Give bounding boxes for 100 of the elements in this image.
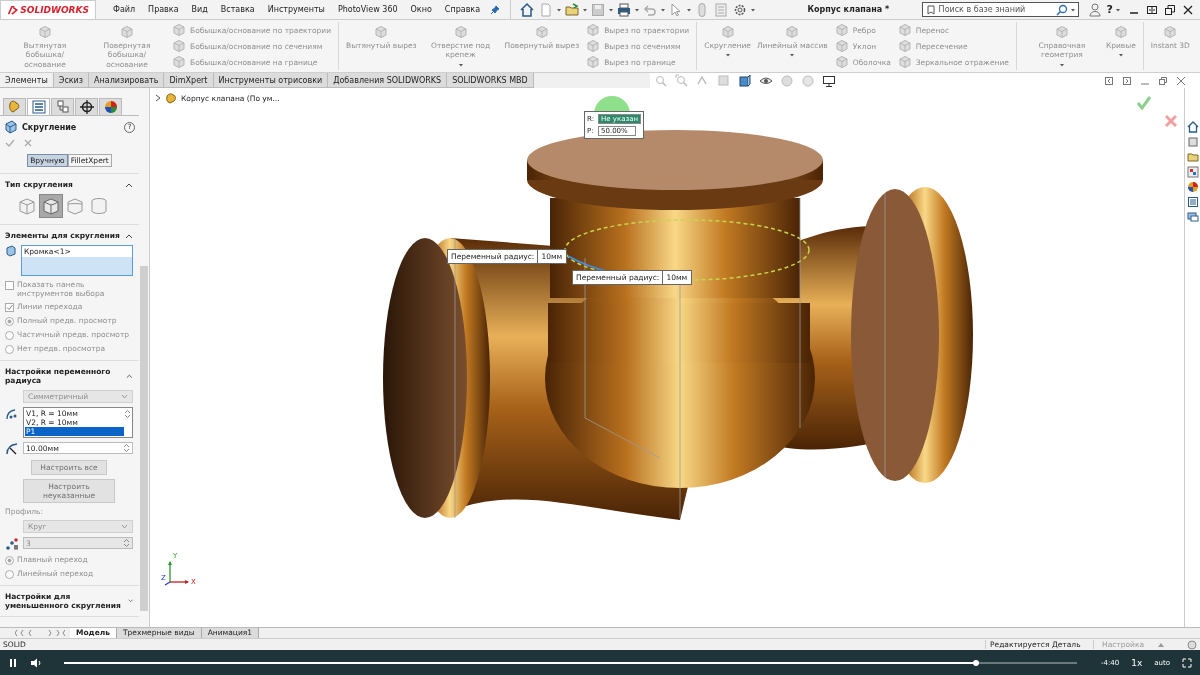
- edge-selection-icon: [5, 245, 17, 257]
- panel-tab[interactable]: [75, 98, 98, 115]
- menu-item[interactable]: Вид: [191, 5, 208, 14]
- panel-tab[interactable]: [99, 98, 122, 115]
- tab-navigation-icon[interactable]: [15, 629, 65, 637]
- configuration-icon: [54, 99, 71, 115]
- home-icon[interactable]: [519, 1, 536, 18]
- folder-icon[interactable]: [1186, 151, 1199, 163]
- menu-item[interactable]: Файл: [113, 5, 136, 14]
- volume-icon[interactable]: [30, 657, 42, 668]
- folder-icon[interactable]: [564, 1, 581, 18]
- command-tab[interactable]: DimXpert: [164, 73, 214, 87]
- cube-icon: [585, 23, 602, 37]
- pin-icon[interactable]: [490, 4, 501, 15]
- scrollbar[interactable]: [140, 266, 148, 611]
- caret-icon[interactable]: [687, 7, 692, 12]
- caret-icon[interactable]: [661, 7, 666, 12]
- panel-title: Скругление: [22, 122, 78, 132]
- profile-points-icon: [5, 537, 19, 551]
- tile-windows-icon[interactable]: [1146, 3, 1158, 16]
- fullscreen-icon[interactable]: [1182, 657, 1192, 668]
- caret-icon[interactable]: [1070, 7, 1075, 12]
- fillet-icon: [4, 120, 18, 134]
- search-icon[interactable]: [1055, 3, 1068, 16]
- command-tab[interactable]: Эскиз: [53, 73, 90, 87]
- caret-icon[interactable]: [751, 7, 756, 12]
- cancel-icon[interactable]: [23, 138, 33, 148]
- user-icon[interactable]: [1088, 2, 1101, 17]
- close-icon[interactable]: [1182, 3, 1194, 16]
- progress-handle[interactable]: [972, 659, 979, 666]
- pause-icon[interactable]: [8, 657, 18, 668]
- caret-icon[interactable]: [609, 7, 614, 12]
- cube-icon: [1053, 25, 1070, 39]
- fillet-type-icon: [88, 195, 110, 217]
- cube-icon: [585, 39, 602, 53]
- cube-icon: [171, 23, 187, 37]
- help-button[interactable]: ?: [1106, 3, 1113, 16]
- cube-icon: [171, 55, 187, 69]
- caret-icon: [790, 53, 795, 58]
- printer-icon[interactable]: [616, 1, 633, 18]
- cube-icon: [833, 55, 850, 69]
- caret-icon: [458, 62, 463, 67]
- cube-icon: [833, 23, 850, 37]
- command-tab[interactable]: SOLIDWORKS MBD: [447, 73, 534, 87]
- menu-item[interactable]: Справка: [444, 5, 481, 14]
- caret-icon[interactable]: [557, 7, 562, 12]
- playback-speed-button[interactable]: 1x: [1131, 657, 1143, 668]
- caret-icon: [1158, 642, 1165, 647]
- part-icon: [165, 92, 177, 104]
- home-icon[interactable]: [1186, 121, 1199, 133]
- fillet-type-button[interactable]: [39, 194, 63, 218]
- spin-arrows-icon[interactable]: [123, 443, 130, 453]
- variable-radius-icon: [5, 407, 19, 421]
- cube-icon: [452, 25, 469, 39]
- dropdown-caret-icon: [121, 394, 128, 399]
- palette-icon[interactable]: [1186, 166, 1199, 178]
- search-input[interactable]: Поиск в базе знаний: [938, 5, 1053, 14]
- list-icon[interactable]: [1186, 196, 1199, 208]
- cube-icon: [37, 25, 53, 39]
- confirm-check-icon[interactable]: [1137, 96, 1151, 110]
- menu-item[interactable]: Окно: [410, 5, 432, 14]
- cube-icon: [1162, 25, 1179, 39]
- search-field[interactable]: Поиск в базе знаний: [921, 2, 1079, 17]
- caret-icon[interactable]: [635, 7, 640, 12]
- menu-item[interactable]: Инструменты: [267, 5, 325, 14]
- book-icon: [925, 4, 936, 15]
- logo-icon: [7, 3, 19, 16]
- collapse-caret-icon[interactable]: [125, 232, 133, 239]
- command-tab[interactable]: Добавления SOLIDWORKS: [328, 73, 448, 87]
- monitor-icon[interactable]: [821, 73, 836, 88]
- color-wheel-icon[interactable]: [1186, 181, 1199, 193]
- notification-icon[interactable]: [1187, 639, 1197, 650]
- menu-item[interactable]: PhotoView 360: [337, 5, 398, 14]
- cube-icon: [896, 23, 913, 37]
- menu-item[interactable]: Правка: [148, 5, 179, 14]
- command-tab[interactable]: Анализировать: [89, 73, 165, 87]
- cube-icon: [533, 25, 550, 39]
- collapse-left-icon[interactable]: [1104, 75, 1114, 86]
- logo-text: SOLIDWORKS: [20, 4, 89, 15]
- cube-icon: [719, 25, 736, 39]
- ok-check-icon[interactable]: [5, 138, 15, 148]
- caret-icon[interactable]: [583, 7, 588, 12]
- property-list-icon: [30, 99, 47, 115]
- cube-icon: [896, 55, 913, 69]
- chat-icon[interactable]: [1186, 211, 1199, 223]
- cube-icon: [1112, 25, 1129, 39]
- collapse-caret-icon[interactable]: [125, 181, 133, 188]
- scroll-arrows-icon[interactable]: [124, 409, 131, 419]
- collapse-right-icon[interactable]: [1122, 75, 1132, 86]
- expand-caret-icon[interactable]: [127, 598, 133, 604]
- cube-icon: [896, 39, 913, 53]
- view-orientation-icon[interactable]: [737, 73, 752, 88]
- cube-icon: [833, 39, 850, 53]
- caret-icon: [725, 53, 730, 58]
- restore-icon[interactable]: [1164, 3, 1176, 16]
- command-tab[interactable]: Инструменты отрисовки: [213, 73, 329, 87]
- menu-item[interactable]: Вставка: [220, 5, 255, 14]
- cancel-icon[interactable]: [1164, 114, 1178, 128]
- cube-icon: [585, 55, 602, 69]
- cube-icon: [373, 25, 390, 39]
